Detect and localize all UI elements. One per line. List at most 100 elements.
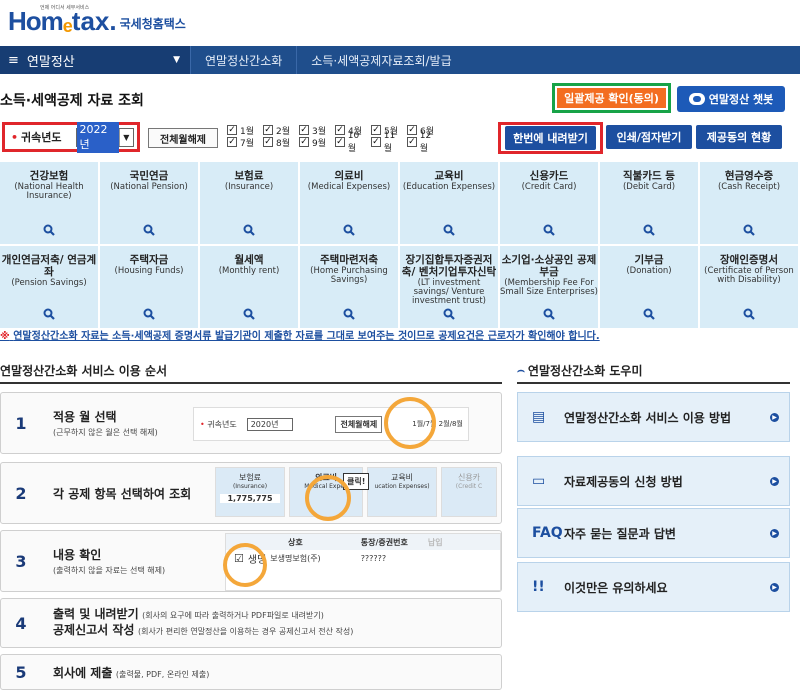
search-icon[interactable] — [443, 224, 455, 236]
category-english: (National Pension) — [110, 182, 188, 192]
category-tile[interactable]: 월세액 (Monthly rent) — [200, 246, 298, 328]
category-tile[interactable]: 현금영수증 (Cash Receipt) — [700, 162, 798, 244]
highlight-ring — [384, 397, 436, 449]
search-icon[interactable] — [243, 308, 255, 320]
chatbot-icon — [688, 93, 705, 105]
category-title: 직불카드 등 — [623, 170, 675, 182]
print-button[interactable]: 인쇄/점자받기 — [606, 125, 692, 149]
clear-months-button[interactable]: 전체월해제 — [148, 128, 218, 148]
category-english: (Home Purchasing Savings) — [310, 266, 388, 285]
chatbot-label: 연말정산 챗봇 — [708, 93, 774, 106]
month-column: ✓ 5월 ✓ 11월 — [371, 124, 403, 154]
step-number: 5 — [15, 662, 27, 682]
month-label: 10월 — [347, 130, 360, 154]
category-tile[interactable]: 주택자금 (Housing Funds) — [100, 246, 198, 328]
search-icon[interactable] — [543, 224, 555, 236]
steps-title: 연말정산간소화 서비스 이용 순서 — [0, 364, 168, 378]
category-tile[interactable]: 장애인증명서 (Certificate of Person with Disabi… — [700, 246, 798, 328]
category-tile[interactable]: 개인연금저축/ 연금계좌 (Pension Savings) — [0, 246, 98, 328]
category-tile[interactable]: 장기집합투자증권저축/ 벤처기업투자신탁 (LT investment savin… — [400, 246, 498, 328]
category-english: (Cash Receipt) — [717, 182, 781, 192]
category-english: (Medical Expenses) — [307, 182, 391, 192]
month-checkbox[interactable]: ✓ 2월 — [263, 124, 295, 137]
help-divider — [517, 382, 790, 384]
category-tile[interactable]: 기부금 (Donation) — [600, 246, 698, 328]
bulk-consent-button[interactable]: 일괄제공 확인(동의) — [552, 83, 671, 113]
checkbox-icon: ✓ — [335, 125, 345, 135]
help-item-label: 연말정산간소화 서비스 이용 방법 — [564, 410, 732, 425]
search-icon[interactable] — [643, 224, 655, 236]
search-icon[interactable] — [43, 224, 55, 236]
search-icon[interactable] — [543, 308, 555, 320]
month-checkbox[interactable]: ✓ 10월 — [335, 131, 367, 154]
category-tile[interactable]: 주택마련저축 (Home Purchasing Savings) — [300, 246, 398, 328]
checkbox-icon: ✓ — [407, 125, 417, 135]
search-icon[interactable] — [343, 308, 355, 320]
search-icon[interactable] — [743, 308, 755, 320]
month-column: ✓ 1월 ✓ 7월 — [227, 124, 259, 149]
search-icon[interactable] — [43, 308, 55, 320]
month-checkbox[interactable]: ✓ 7월 — [227, 136, 259, 149]
month-checkboxes: ✓ 1월 ✓ 7월 ✓ 2월 ✓ 8월 ✓ 3월 ✓ 9월 ✓ 4월 ✓ 10월 ✓ 5월 ✓ 11월 ✓ 6월 ✓ 12월 — [227, 124, 439, 154]
month-checkbox[interactable]: ✓ 9월 — [299, 136, 331, 149]
inset-clear-button: 전체월해제 — [335, 415, 383, 433]
search-icon[interactable] — [143, 224, 155, 236]
category-english: (Insurance) — [224, 182, 274, 192]
month-checkbox[interactable]: ✓ 8월 — [263, 136, 295, 149]
month-checkbox[interactable]: ✓ 12월 — [407, 131, 439, 154]
help-item[interactable]: ▤ 연말정산간소화 서비스 이용 방법 ▶ — [517, 392, 790, 442]
help-item[interactable]: !! 이것만은 유의하세요 ▶ — [517, 562, 790, 612]
search-icon[interactable] — [443, 308, 455, 320]
category-tile[interactable]: 의료비 (Medical Expenses) — [300, 162, 398, 244]
category-title: 보험료 — [234, 170, 264, 182]
search-icon[interactable] — [743, 224, 755, 236]
inset-year-select: 2020년 — [246, 417, 294, 431]
month-checkbox[interactable]: ✓ 11월 — [371, 131, 403, 154]
category-tile[interactable]: 소기업·소상공인 공제부금 (Membership Fee For Small S… — [500, 246, 598, 328]
chatbot-button[interactable]: 연말정산 챗봇 — [677, 86, 785, 112]
checkbox-icon: ✓ — [371, 137, 381, 147]
breadcrumb-lookup[interactable]: 소득·세액공제자료조회/발급 — [296, 46, 465, 74]
year-select[interactable]: 2022년 ▼ — [75, 121, 134, 153]
month-label: 7월 — [240, 138, 255, 149]
category-title: 소기업·소상공인 공제부금 — [501, 254, 597, 278]
help-item-label: 자주 묻는 질문과 답변 — [564, 526, 676, 541]
nav-menu-yearend[interactable]: ≡ 연말정산 ▼ — [0, 46, 190, 74]
inset-cat-education: 교육비 ucation Expenses) — [367, 467, 437, 517]
doc-pen-icon: ▤ — [532, 409, 546, 425]
chevron-right-icon: ▶ — [770, 476, 779, 486]
category-english: (Debit Card) — [622, 182, 676, 192]
required-dot: • — [11, 130, 19, 144]
category-english: (National Health Insurance) — [14, 182, 84, 201]
category-tile[interactable]: 직불카드 등 (Debit Card) — [600, 162, 698, 244]
category-title: 주택마련저축 — [320, 254, 378, 266]
month-checkbox[interactable]: ✓ 1월 — [227, 124, 259, 137]
month-checkbox[interactable]: ✓ 3월 — [299, 124, 331, 137]
category-title: 국민연금 — [129, 170, 169, 182]
notice-body: 연말정산간소화 자료는 소득·세액공제 증명서류 발급기관이 제출한 자료를 그… — [13, 331, 600, 342]
breadcrumb-simplified[interactable]: 연말정산간소화 — [190, 46, 296, 74]
doc-icon: ▭ — [532, 473, 546, 489]
month-column: ✓ 4월 ✓ 10월 — [335, 124, 367, 154]
category-tile[interactable]: 보험료 (Insurance) — [200, 162, 298, 244]
category-tile[interactable]: 건강보험 (National Health Insurance) — [0, 162, 98, 244]
year-label: 귀속년도 — [21, 131, 62, 144]
search-icon[interactable] — [243, 224, 255, 236]
search-icon[interactable] — [643, 308, 655, 320]
checkbox-icon: ✓ — [299, 125, 309, 135]
consent-status-button[interactable]: 제공동의 현황 — [696, 125, 782, 149]
category-tile[interactable]: 교육비 (Education Expenses) — [400, 162, 498, 244]
help-item[interactable]: ▭ 자료제공동의 신청 방법 ▶ — [517, 456, 790, 506]
month-label: 8월 — [276, 138, 291, 149]
category-title: 의료비 — [334, 170, 364, 182]
search-icon[interactable] — [143, 308, 155, 320]
download-all-button[interactable]: 한번에 내려받기 — [498, 122, 603, 154]
search-icon[interactable] — [343, 224, 355, 236]
category-tile[interactable]: 국민연금 (National Pension) — [100, 162, 198, 244]
checkbox-icon: ✓ — [263, 137, 273, 147]
hometax-logo[interactable]: 언제 어디서 세무서비스 Hom e tax. 국세청홈택스 — [8, 5, 186, 37]
help-item[interactable]: FAQ 자주 묻는 질문과 답변 ▶ — [517, 508, 790, 558]
nav-bar: ≡ 연말정산 ▼ 연말정산간소화 소득·세액공제자료조회/발급 — [0, 46, 800, 74]
category-tile[interactable]: 신용카드 (Credit Card) — [500, 162, 598, 244]
step-3: 3 내용 확인 (출력하지 않을 자료는 선택 해제) 상호 통장/증권번호 납입 ☑… — [0, 530, 502, 592]
